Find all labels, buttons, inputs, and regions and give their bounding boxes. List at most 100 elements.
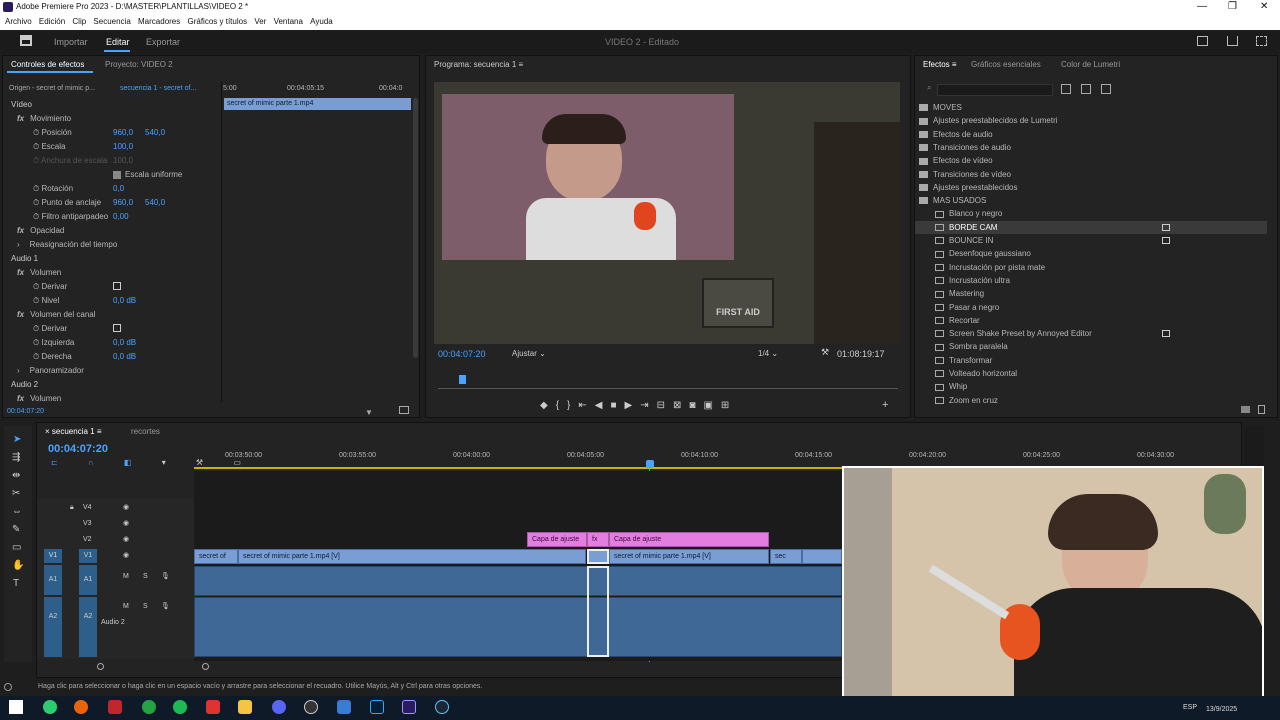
ec-row-volumen[interactable]: fx Volumen: [17, 266, 61, 279]
play-icon[interactable]: ▶: [625, 400, 641, 411]
minimize-button[interactable]: —: [1197, 1, 1207, 12]
mark-in-icon[interactable]: {: [556, 400, 567, 411]
lift-icon[interactable]: ⊟: [657, 400, 673, 411]
posicion-x-value[interactable]: 960,0: [113, 126, 133, 139]
effects-tree-item[interactable]: Whip: [915, 380, 1267, 393]
effects-tree-item[interactable]: Screen Shake Preset by Annoyed Editor: [915, 327, 1267, 340]
video-clip[interactable]: secret of mimic parte 1.mp4 [V]: [609, 549, 769, 564]
effects-tree-item[interactable]: Transiciones de audio: [915, 141, 1267, 154]
eye-icon[interactable]: ◉: [123, 503, 129, 511]
add-marker-icon[interactable]: ◆: [540, 400, 556, 411]
menu-secuencia[interactable]: Secuencia: [93, 14, 130, 30]
step-back-icon[interactable]: ◀: [595, 400, 611, 411]
solo-button[interactable]: S: [143, 573, 148, 580]
timeline-timecode[interactable]: 00:04:07:20: [48, 443, 108, 455]
trim-icon[interactable]: ⊞: [721, 400, 737, 411]
nivel-value[interactable]: 0,0 dB: [113, 294, 136, 307]
menu-marcadores[interactable]: Marcadores: [138, 14, 180, 30]
tray-date[interactable]: 13/9/2025: [1206, 706, 1237, 713]
selection-tool-icon[interactable]: ➤: [13, 434, 21, 445]
effects-tree-item[interactable]: BOUNCE IN: [915, 234, 1267, 247]
home-icon[interactable]: [20, 35, 32, 46]
effects-tree-item[interactable]: Efectos de vídeo: [915, 154, 1267, 167]
ec-row-derecha[interactable]: ⏱ Derecha: [33, 350, 72, 363]
ec-row-opacidad[interactable]: fx Opacidad: [17, 224, 64, 237]
ec-row-movimiento[interactable]: fx Movimiento: [17, 112, 71, 125]
video-clip[interactable]: secret of: [194, 549, 238, 564]
anclaje-x-value[interactable]: 960,0: [113, 196, 133, 209]
solo-button[interactable]: S: [143, 603, 148, 610]
track-select-tool-icon[interactable]: ⇶: [12, 452, 20, 463]
ec-row-volumen-2[interactable]: fx Volumen: [17, 392, 61, 405]
windows-start-icon[interactable]: [9, 700, 23, 714]
app-taskbar-icon[interactable]: [206, 700, 220, 714]
ec-row-escala[interactable]: ⏱ Escala: [33, 140, 65, 153]
ec-row-izquierda[interactable]: ⏱ Izquierda: [33, 336, 74, 349]
maximize-button[interactable]: ❐: [1228, 1, 1237, 12]
effects-tree-item[interactable]: Pasar a negro: [915, 301, 1267, 314]
obs-taskbar-icon[interactable]: [304, 700, 318, 714]
lock-icon[interactable]: 🔒︎: [70, 504, 74, 512]
tab-secuencia[interactable]: × secuencia 1 ≡: [37, 423, 102, 441]
track-a2-label[interactable]: A2: [79, 597, 97, 657]
ec-row-volumen-canal[interactable]: fx Volumen del canal: [17, 308, 96, 321]
track-v1-target[interactable]: V1: [44, 549, 62, 563]
audio-clip-a2[interactable]: [194, 597, 842, 657]
timeline-playhead[interactable]: [646, 460, 654, 468]
whatsapp-business-taskbar-icon[interactable]: [142, 700, 156, 714]
spotify-taskbar-icon[interactable]: [173, 700, 187, 714]
export-frame-icon[interactable]: [399, 406, 409, 414]
tab-graficos-esenciales[interactable]: Gráficos esenciales: [963, 56, 1041, 74]
type-tool-icon[interactable]: T: [13, 578, 19, 589]
rectangle-tool-icon[interactable]: ▭: [12, 542, 21, 553]
tab-editar[interactable]: Editar: [106, 37, 130, 47]
effects-tree-item[interactable]: Zoom en cruz: [915, 394, 1267, 407]
anclaje-y-value[interactable]: 540,0: [145, 196, 165, 209]
video-clip-selected[interactable]: [587, 549, 609, 564]
tray-lang[interactable]: ESP: [1183, 704, 1197, 711]
track-a1-label[interactable]: A1: [79, 565, 97, 595]
derivar-checkbox[interactable]: [113, 282, 121, 290]
effects-tree-item[interactable]: MOVES: [915, 101, 1267, 114]
filtro-value[interactable]: 0,00: [113, 210, 129, 223]
tab-project[interactable]: Proyecto: VIDEO 2: [97, 56, 173, 74]
whatsapp-taskbar-icon[interactable]: [43, 700, 57, 714]
share-icon[interactable]: [1227, 36, 1238, 46]
quick-export-icon[interactable]: [1197, 36, 1208, 46]
tab-program[interactable]: Programa: secuencia 1 ≡: [426, 56, 523, 74]
ec-row-rotacion[interactable]: ⏱ Rotación: [33, 182, 73, 195]
rotacion-value[interactable]: 0,0: [113, 182, 124, 195]
camera-icon[interactable]: ◙: [689, 400, 703, 411]
track-v2-label[interactable]: V2: [83, 536, 92, 543]
effects-tree-item[interactable]: Efectos de audio: [915, 128, 1267, 141]
stop-icon[interactable]: ■: [610, 400, 624, 411]
eye-icon[interactable]: ◉: [123, 535, 129, 543]
program-playhead[interactable]: [459, 375, 466, 384]
menu-edicion[interactable]: Edición: [39, 14, 65, 30]
razor-tool-icon[interactable]: ✂: [12, 488, 20, 499]
ec-row-anclaje[interactable]: ⏱ Punto de anclaje: [33, 196, 101, 209]
ec-row-derivar-2[interactable]: ⏱ Derivar: [33, 322, 67, 335]
effects-tree-item[interactable]: BORDE CAM: [915, 220, 1267, 234]
mute-button[interactable]: M: [123, 573, 129, 580]
menu-graficos[interactable]: Gráficos y títulos: [188, 14, 248, 30]
pen-tool-icon[interactable]: ✎: [12, 524, 20, 535]
target-select[interactable]: secuencia 1 - secret of...: [120, 85, 196, 92]
ripple-tool-icon[interactable]: ⇹: [12, 470, 20, 481]
go-to-in-icon[interactable]: ⇤: [578, 400, 594, 411]
effects-tree-item[interactable]: Incrustación por pista mate: [915, 261, 1267, 274]
video-clip[interactable]: secret of mimic parte 1.mp4 [V]: [238, 549, 586, 564]
ec-row-reasignacion[interactable]: › Reasignación del tiempo: [17, 238, 117, 251]
effects-tree-item[interactable]: Incrustación ultra: [915, 274, 1267, 287]
32bit-filter-icon[interactable]: [1081, 84, 1091, 94]
app-taskbar-icon[interactable]: [337, 700, 351, 714]
delete-icon[interactable]: [1258, 405, 1265, 414]
source-select[interactable]: Origen - secret of mimic p...: [9, 85, 95, 92]
menu-archivo[interactable]: Archivo: [5, 14, 32, 30]
ec-scrollbar[interactable]: [413, 98, 418, 358]
ec-clip-bar[interactable]: secret of mimic parte 1.mp4: [224, 98, 411, 110]
wrench-icon[interactable]: ⚒: [821, 347, 829, 358]
yuv-filter-icon[interactable]: [1101, 84, 1111, 94]
effects-tree-item[interactable]: Volteado horizontal: [915, 367, 1267, 380]
derecha-value[interactable]: 0,0 dB: [113, 350, 136, 363]
